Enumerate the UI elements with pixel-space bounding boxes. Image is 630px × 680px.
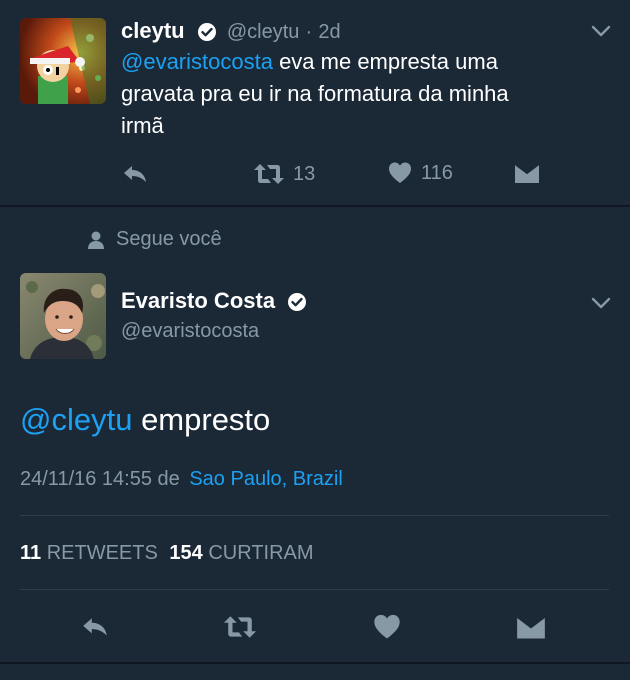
divider — [20, 515, 609, 516]
avatar-cleytu[interactable] — [20, 18, 106, 104]
reply-icon — [79, 612, 111, 642]
follows-you-indicator: Segue você — [86, 228, 222, 251]
direct-message-button[interactable] — [516, 612, 546, 642]
heart-icon — [372, 612, 402, 642]
author-name[interactable]: cleytu — [121, 18, 185, 43]
likes-stat[interactable]: 154 CURTIRAM — [169, 542, 313, 564]
follows-you-label: Segue você — [116, 228, 222, 250]
chevron-down-icon[interactable] — [591, 24, 611, 38]
direct-message-button[interactable] — [514, 160, 540, 186]
reply-button[interactable] — [79, 612, 111, 642]
divider — [20, 589, 609, 590]
like-button[interactable]: 116 — [387, 160, 453, 186]
retweet-icon — [253, 160, 285, 188]
mention-link[interactable]: @cleytu — [20, 402, 132, 437]
retweet-count: 13 — [293, 162, 316, 185]
location-link[interactable]: Sao Paulo, Brazil — [189, 468, 342, 490]
verified-icon — [197, 22, 217, 42]
tweet-text: @evaristocosta eva me empresta uma grava… — [121, 49, 509, 138]
tweet-datetime: 24/11/16 14:55 de — [20, 468, 180, 490]
tweet-text: @cleytu empresto — [20, 402, 271, 437]
heart-icon — [387, 160, 413, 186]
bottom-divider — [0, 662, 630, 664]
retweets-stat[interactable]: 11 RETWEETS — [20, 542, 163, 564]
author-handle[interactable]: @evaristocosta — [121, 318, 259, 344]
tweet-time[interactable]: 2d — [318, 21, 340, 43]
verified-icon — [287, 292, 307, 312]
avatar-evaristo[interactable] — [20, 273, 106, 359]
chevron-down-icon[interactable] — [591, 296, 611, 310]
dot-separator: · — [305, 21, 313, 43]
author-name[interactable]: Evaristo Costa — [121, 288, 275, 313]
tweet-divider — [0, 205, 630, 207]
like-count: 116 — [421, 161, 453, 184]
direct-message-icon — [516, 612, 546, 642]
person-icon — [86, 230, 106, 250]
author-handle[interactable]: @cleytu — [227, 21, 300, 43]
direct-message-icon — [514, 160, 540, 186]
retweet-button[interactable] — [221, 612, 259, 642]
like-button[interactable] — [372, 612, 402, 642]
retweet-button[interactable]: 13 — [253, 160, 315, 188]
reply-button[interactable] — [121, 160, 149, 188]
mention-link[interactable]: @evaristocosta — [121, 49, 273, 74]
reply-icon — [121, 160, 149, 188]
retweet-icon — [221, 612, 259, 642]
